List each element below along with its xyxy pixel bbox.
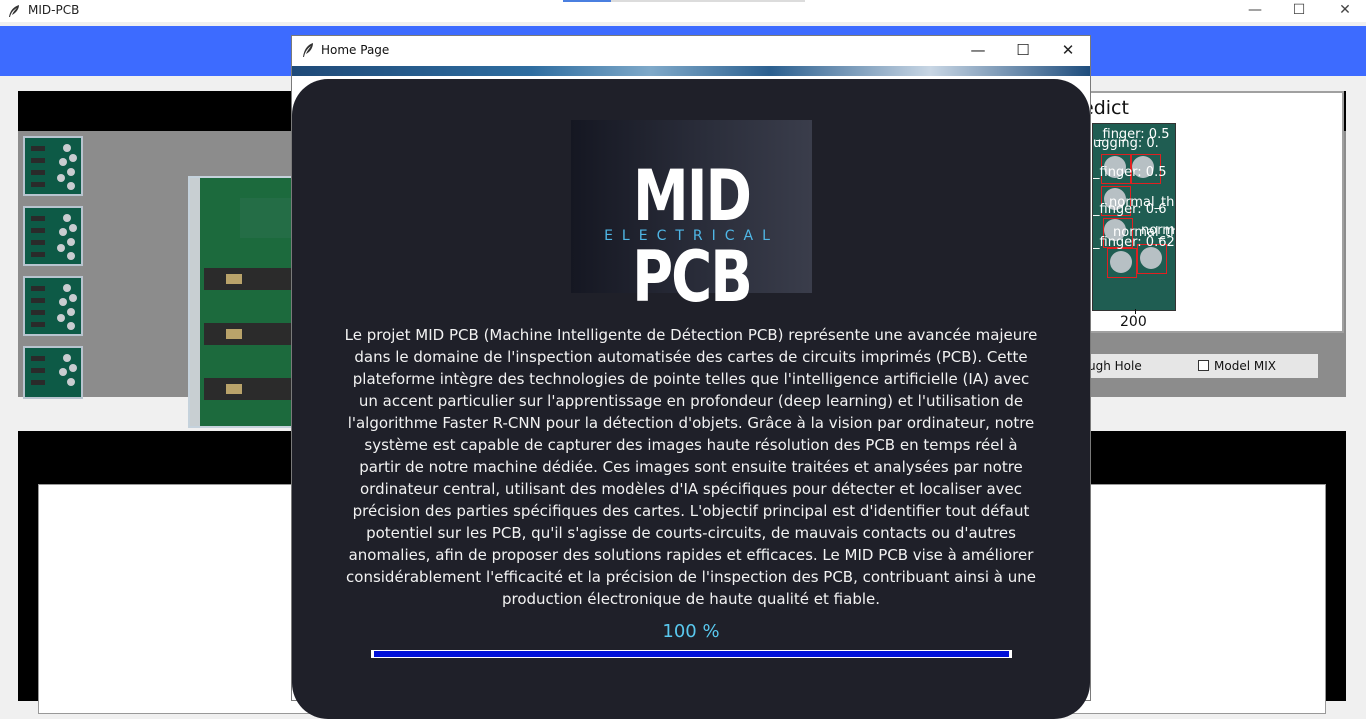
main-maximize-button[interactable]: ☐ [1276,0,1322,22]
pcb-thumbnail[interactable] [23,346,83,399]
dialog-title: Home Page [321,43,390,57]
pcb-thumbnail[interactable] [23,206,83,266]
selected-pcb-preview [188,176,308,428]
home-page-dialog: Home Page — ☐ ✕ MID PCB ELECTRICAL Le pr… [291,35,1091,719]
main-window-title: MID-PCB [28,3,80,17]
detection-label: _finger: 0.5 [1093,165,1167,180]
model-mix-label[interactable]: Model MIX [1214,359,1276,373]
detection-label: _finger: 0.6 [1093,202,1167,217]
feather-icon [7,3,21,22]
loading-progress-bar [371,650,1012,658]
detection-box [1107,248,1137,278]
top-tab-indicator [563,0,805,2]
dialog-titlebar: Home Page — ☐ ✕ [292,36,1090,66]
mid-pcb-logo: MID PCB ELECTRICAL [571,120,812,319]
predict-panel: edict _finger: 0.5 ugging: 0. _finger: 0… [1080,91,1344,333]
dialog-banner-stripe [292,66,1090,76]
detection-label: ugging: 0. [1093,136,1159,151]
model-mix-checkbox[interactable] [1198,360,1209,371]
pcb-thumbnail[interactable] [23,276,83,336]
splash-card: MID PCB ELECTRICAL Le projet MID PCB (Ma… [292,79,1090,719]
progress-bar-fill [374,651,1009,657]
dialog-close-button[interactable]: ✕ [1045,36,1091,66]
project-description: Le projet MID PCB (Machine Intelligente … [344,326,1038,608]
main-window-titlebar: MID-PCB — ☐ ✕ [0,0,1366,22]
main-close-button[interactable]: ✕ [1322,0,1366,22]
pcb-thumbnail[interactable] [23,136,83,196]
prediction-image: _finger: 0.5 ugging: 0. _finger: 0.5 nor… [1092,123,1176,311]
logo-sub-text: ELECTRICAL [604,228,779,244]
active-tab-indicator [563,0,611,2]
dialog-minimize-button[interactable]: — [955,36,1001,66]
detection-label: _finger: 0.62 [1093,235,1175,250]
progress-percent: 100 % [662,621,720,642]
feather-icon [301,42,315,62]
dialog-maximize-button[interactable]: ☐ [1000,36,1046,66]
model-options-row: ugh Hole Model MIX [1080,354,1318,378]
main-minimize-button[interactable]: — [1232,0,1278,22]
x-axis-tick-label: 200 [1120,314,1147,330]
through-hole-label[interactable]: ugh Hole [1088,359,1142,373]
